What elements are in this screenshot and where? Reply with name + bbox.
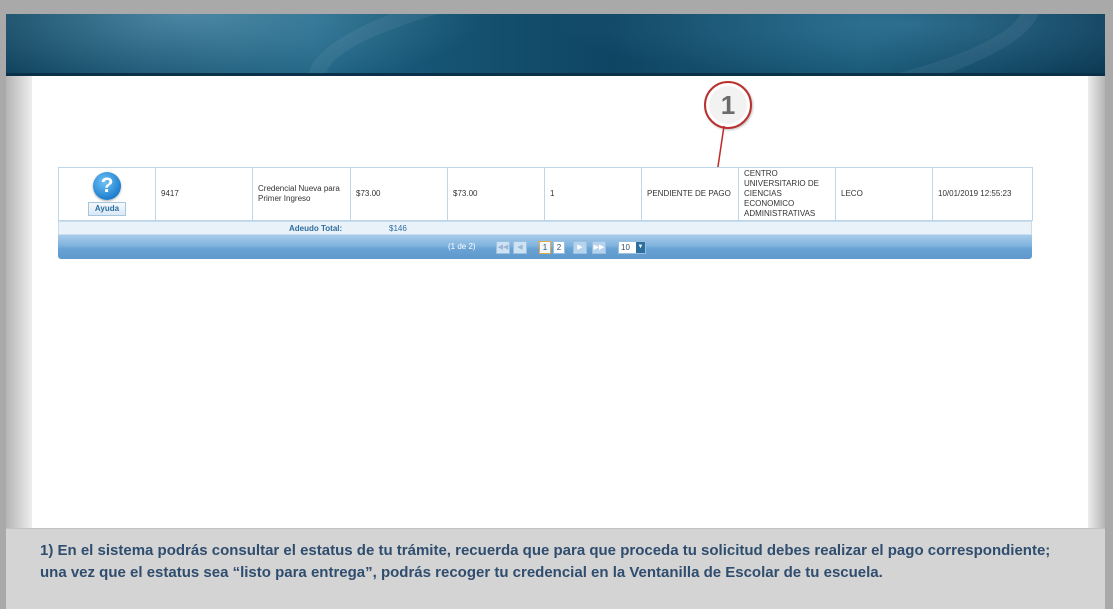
folio-cell: 9417 [155, 167, 253, 221]
page-button-1[interactable]: 1 [539, 241, 551, 254]
status-cell: PENDIENTE DE PAGO [641, 167, 739, 221]
concept-cell: Credencial Nueva para Primer Ingreso [252, 167, 351, 221]
rows-per-page-select[interactable]: 10 ▼ [618, 241, 646, 254]
campus-cell: LECO [835, 167, 933, 221]
amount-cell: $73.00 [350, 167, 448, 221]
question-mark-icon[interactable]: ? [93, 172, 121, 200]
content-panel [32, 76, 1088, 528]
caption-box: 1) En el sistema podrás consultar el est… [6, 528, 1105, 609]
total-value: $146 [389, 224, 407, 233]
school-cell: CENTRO UNIVERSITARIO DE CIENCIAS ECONOMI… [738, 167, 836, 221]
date-cell: 10/01/2019 12:55:23 [932, 167, 1033, 221]
rows-per-page-value: 10 [621, 243, 630, 252]
help-button[interactable]: Ayuda [87, 202, 127, 216]
page-info: (1 de 2) [448, 242, 476, 251]
next-page-icon[interactable]: ▶ [573, 241, 587, 254]
total-cell: $73.00 [447, 167, 545, 221]
last-page-icon[interactable]: ▶▶ [592, 241, 606, 254]
quantity-cell: 1 [544, 167, 642, 221]
left-shadow [6, 76, 32, 528]
right-shadow [1088, 76, 1105, 528]
page-button-2[interactable]: 2 [553, 241, 565, 254]
first-page-icon[interactable]: ◀◀ [496, 241, 510, 254]
caption-text: 1) En el sistema podrás consultar el est… [40, 542, 1051, 581]
prev-page-icon[interactable]: ◀ [513, 241, 527, 254]
total-label: Adeudo Total: [289, 224, 343, 233]
table-row: ? Ayuda 9417 Credencial Nueva para Prime… [58, 167, 1033, 221]
paginator: (1 de 2) ◀◀ ◀ 1 2 ▶ ▶▶ 10 ▼ [58, 235, 1032, 259]
total-row: Adeudo Total: $146 [58, 221, 1032, 235]
procedures-table: ? Ayuda 9417 Credencial Nueva para Prime… [58, 167, 1033, 221]
help-cell[interactable]: ? Ayuda [58, 167, 156, 221]
chevron-down-icon: ▼ [636, 242, 645, 253]
header-banner [6, 14, 1105, 76]
